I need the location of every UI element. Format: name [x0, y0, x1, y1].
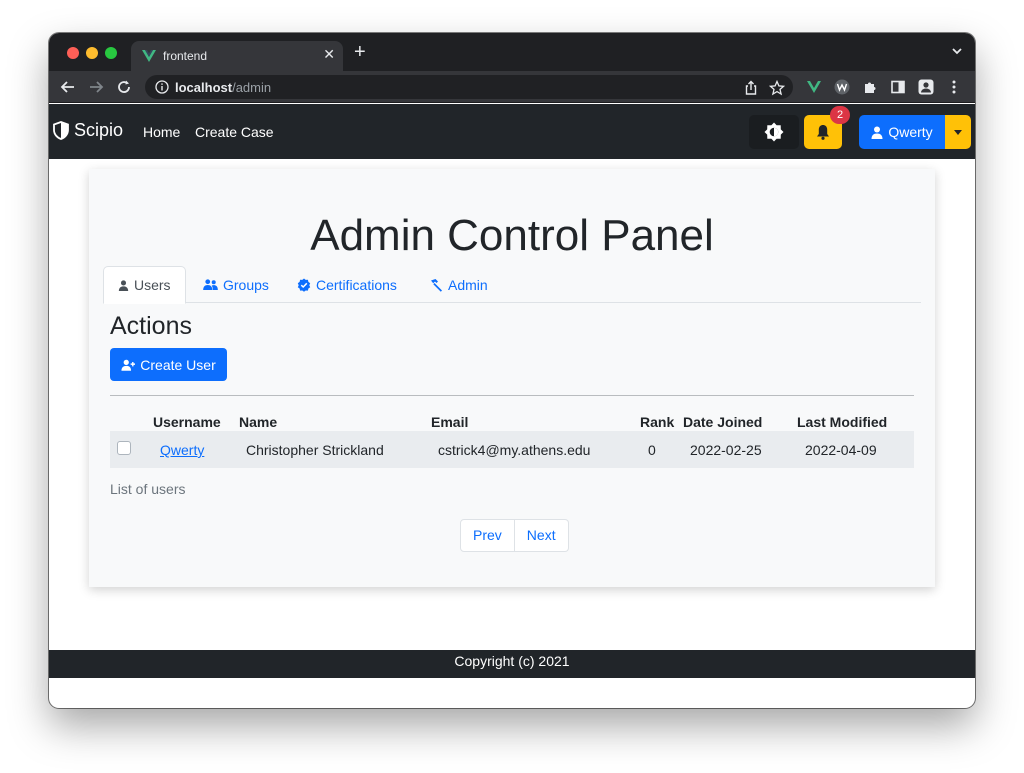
user-plus-icon [121, 359, 136, 371]
column-header-username[interactable]: Username [153, 414, 221, 430]
brightness-icon [764, 122, 784, 142]
extensions-puzzle-icon[interactable] [862, 79, 878, 95]
user-menu-dropdown-toggle[interactable] [945, 115, 971, 149]
cell-last-modified: 2022-04-09 [805, 442, 877, 458]
browser-menu-kebab-icon[interactable] [946, 79, 962, 95]
cell-email: cstrick4@my.athens.edu [438, 442, 591, 458]
column-header-name[interactable]: Name [239, 414, 277, 430]
bookmark-star-icon[interactable] [769, 80, 785, 96]
column-header-email[interactable]: Email [431, 414, 468, 430]
chevron-down-icon[interactable] [951, 45, 963, 57]
create-user-button[interactable]: Create User [110, 348, 227, 381]
tab-strip: frontend ✕ + [49, 33, 975, 71]
minimize-window-button[interactable] [86, 47, 98, 59]
tab-users-label: Users [134, 277, 171, 293]
bell-icon [817, 125, 829, 140]
hammer-icon [431, 278, 442, 292]
nav-link-create-case[interactable]: Create Case [195, 124, 274, 140]
tab-certifications-label: Certifications [316, 276, 397, 293]
brand-logo[interactable]: Scipio [53, 120, 123, 141]
address-bar[interactable]: localhost/admin [145, 75, 793, 99]
page-content: Admin Control Panel Users Groups Certifi… [49, 159, 975, 650]
theme-toggle-button[interactable] [749, 115, 799, 149]
tab-admin[interactable]: Admin [415, 266, 502, 303]
tab-groups[interactable]: Groups [189, 266, 283, 303]
vue-logo-icon [142, 50, 156, 62]
vue-devtools-icon[interactable] [806, 79, 822, 95]
user-menu-button[interactable]: Qwerty [859, 115, 945, 149]
tab-certifications[interactable]: Certifications [283, 266, 411, 303]
tab-groups-label: Groups [223, 276, 269, 293]
url-host: localhost [175, 80, 233, 95]
browser-window: frontend ✕ + localhost/admin Scipio Home… [49, 33, 975, 708]
pagination: Prev Next [460, 519, 569, 552]
close-window-button[interactable] [67, 47, 79, 59]
reload-icon[interactable] [115, 78, 133, 96]
cell-name: Christopher Strickland [246, 442, 384, 458]
new-tab-icon[interactable]: + [354, 42, 366, 62]
notification-count-badge: 2 [830, 106, 850, 124]
wappalyzer-extension-icon[interactable] [834, 79, 850, 95]
shield-icon [53, 121, 69, 140]
forward-arrow-icon[interactable] [87, 78, 105, 96]
tab-title: frontend [163, 49, 208, 63]
url-text: localhost/admin [175, 80, 271, 95]
table-caption: List of users [110, 481, 186, 497]
browser-toolbar: localhost/admin [49, 71, 975, 103]
actions-heading: Actions [110, 312, 192, 340]
prev-page-button[interactable]: Prev [460, 519, 515, 552]
verified-badge-icon [297, 278, 311, 292]
tab-users[interactable]: Users [103, 266, 186, 304]
row-select-checkbox[interactable] [117, 441, 131, 455]
brand-name: Scipio [74, 120, 124, 140]
create-user-label: Create User [140, 356, 216, 373]
next-page-button[interactable]: Next [514, 519, 569, 552]
back-arrow-icon[interactable] [59, 78, 77, 96]
zoom-window-button[interactable] [105, 47, 117, 59]
page-title: Admin Control Panel [310, 211, 714, 260]
url-path: /admin [232, 80, 272, 95]
users-group-icon [203, 279, 218, 290]
tab-admin-label: Admin [448, 276, 488, 293]
admin-panel-card: Admin Control Panel Users Groups Certifi… [89, 169, 935, 587]
side-panel-icon[interactable] [890, 79, 906, 95]
column-header-date-joined[interactable]: Date Joined [683, 414, 762, 430]
column-header-rank[interactable]: Rank [640, 414, 674, 430]
close-tab-icon[interactable]: ✕ [323, 46, 335, 63]
footer: Copyright (c) 2021 [49, 650, 975, 678]
cell-date-joined: 2022-02-25 [690, 442, 762, 458]
user-icon [118, 279, 129, 291]
nav-link-home[interactable]: Home [143, 124, 180, 140]
user-icon [871, 126, 883, 139]
column-header-last-modified[interactable]: Last Modified [797, 414, 887, 430]
share-icon[interactable] [743, 80, 759, 96]
profile-avatar-icon[interactable] [918, 79, 934, 95]
username-link[interactable]: Qwerty [160, 442, 204, 458]
user-name: Qwerty [888, 124, 933, 140]
app-navbar: Scipio Home Create Case 2 Qwerty [49, 104, 975, 159]
admin-tabs: Users Groups Certifications Admin [103, 266, 921, 304]
site-info-icon[interactable] [155, 80, 169, 94]
divider [110, 395, 914, 396]
browser-tab[interactable]: frontend ✕ [131, 41, 343, 71]
cell-rank: 0 [648, 442, 656, 458]
